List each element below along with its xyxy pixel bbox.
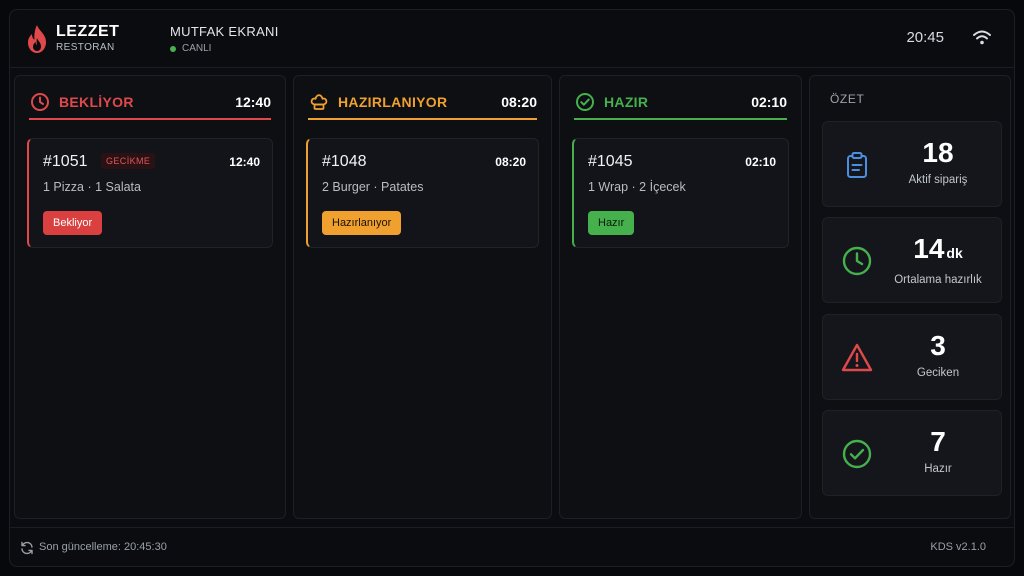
stat-body: 18 Aktif sipariş	[879, 136, 997, 186]
stat-unit: dk	[946, 245, 963, 261]
stat-delayed: 3 Geciken	[822, 314, 1002, 400]
status-button[interactable]: Bekliyor	[43, 211, 103, 235]
order-items: 2 Burger · Patates	[322, 180, 424, 194]
status-button[interactable]: Hazırlanıyor	[322, 211, 402, 235]
clipboard-icon	[839, 147, 875, 183]
summary-title: ÖZET	[830, 92, 865, 106]
order-timer: 08:20	[495, 155, 526, 169]
clock-icon	[29, 91, 51, 113]
last-updated: Son güncelleme: 20:45:30	[39, 541, 167, 553]
warning-icon	[839, 340, 875, 376]
clock: 20:45	[906, 29, 944, 46]
order-timer: 02:10	[745, 155, 776, 169]
stat-value: 14 dk	[879, 232, 997, 270]
stat-label: Ortalama hazırlık	[894, 274, 982, 286]
column-title: HAZIR	[604, 94, 649, 110]
order-id: #1045	[588, 153, 633, 170]
brand-subtitle: RESTORAN	[56, 42, 115, 53]
stat-body: 14 dk Ortalama hazırlık	[879, 232, 997, 286]
column-title: BEKLİYOR	[59, 94, 134, 110]
version-label: KDS v2.1.0	[930, 541, 986, 553]
screen-name: MUTFAK EKRANI	[170, 24, 279, 39]
stat-value: 3	[879, 329, 997, 363]
column-title: HAZIRLANIYOR	[338, 94, 448, 110]
stat-label: Geciken	[916, 367, 960, 379]
order-card[interactable]: #1051 GECİKME 12:40 1 Pizza · 1 Salata B…	[27, 138, 273, 248]
screen-title: MUTFAK EKRANI CANLI	[170, 24, 279, 54]
stat-label: Hazır	[924, 463, 952, 475]
order-id: #1051	[43, 153, 88, 170]
column-header: BEKLİYOR 12:40	[29, 86, 271, 120]
stat-active-orders: 18 Aktif sipariş	[822, 121, 1002, 207]
live-indicator: CANLI	[170, 43, 279, 54]
order-card[interactable]: #1045 02:10 1 Wrap · 2 İçecek Hazır	[572, 138, 789, 248]
column-ready: HAZIR 02:10 #1045 02:10 1 Wrap · 2 İçece…	[559, 75, 802, 519]
stat-value: 18	[879, 136, 997, 170]
live-label: CANLI	[182, 43, 212, 54]
brand: LEZZET RESTORAN	[56, 23, 119, 53]
stat-average-prep: 14 dk Ortalama hazırlık	[822, 217, 1002, 303]
column-preparing: HAZIRLANIYOR 08:20 #1048 08:20 2 Burger …	[293, 75, 552, 519]
status-button[interactable]: Hazır	[588, 211, 635, 235]
column-header: HAZIR 02:10	[574, 86, 787, 120]
header: LEZZET RESTORAN MUTFAK EKRANI CANLI 20:4…	[10, 10, 1014, 68]
delay-badge: GECİKME	[101, 153, 156, 169]
flame-icon	[28, 25, 46, 53]
column-timer: 12:40	[235, 94, 271, 110]
order-items: 1 Wrap · 2 İçecek	[588, 180, 686, 194]
live-dot-icon	[170, 45, 176, 52]
stat-number: 18	[922, 137, 954, 168]
column-waiting: BEKLİYOR 12:40 #1051 GECİKME 12:40 1 Piz…	[14, 75, 286, 519]
stat-number: 3	[930, 330, 946, 361]
column-header: HAZIRLANIYOR 08:20	[308, 86, 537, 120]
order-items: 1 Pizza · 1 Salata	[43, 180, 141, 194]
stat-number: 7	[930, 426, 946, 457]
column-timer: 02:10	[751, 94, 787, 110]
stat-number: 14	[913, 233, 945, 264]
chef-hat-icon	[308, 91, 330, 113]
stat-body: 7 Hazır	[879, 425, 997, 475]
stat-ready: 7 Hazır	[822, 410, 1002, 496]
stat-label: Aktif sipariş	[908, 174, 968, 186]
summary-panel: ÖZET 18 Aktif sipariş 14 dk Ortalama hazı…	[809, 75, 1011, 519]
column-timer: 08:20	[501, 94, 537, 110]
footer: Son güncelleme: 20:45:30 KDS v2.1.0	[10, 527, 1014, 566]
wifi-icon	[973, 30, 991, 45]
refresh-icon[interactable]	[20, 541, 34, 555]
order-id: #1048	[322, 153, 367, 170]
clock-icon	[839, 243, 875, 279]
stat-body: 3 Geciken	[879, 329, 997, 379]
stat-value: 7	[879, 425, 997, 459]
check-circle-icon	[839, 436, 875, 472]
check-circle-icon	[574, 91, 596, 113]
brand-name: LEZZET	[56, 23, 120, 40]
order-card[interactable]: #1048 08:20 2 Burger · Patates Hazırlanı…	[306, 138, 539, 248]
order-timer: 12:40	[229, 155, 260, 169]
